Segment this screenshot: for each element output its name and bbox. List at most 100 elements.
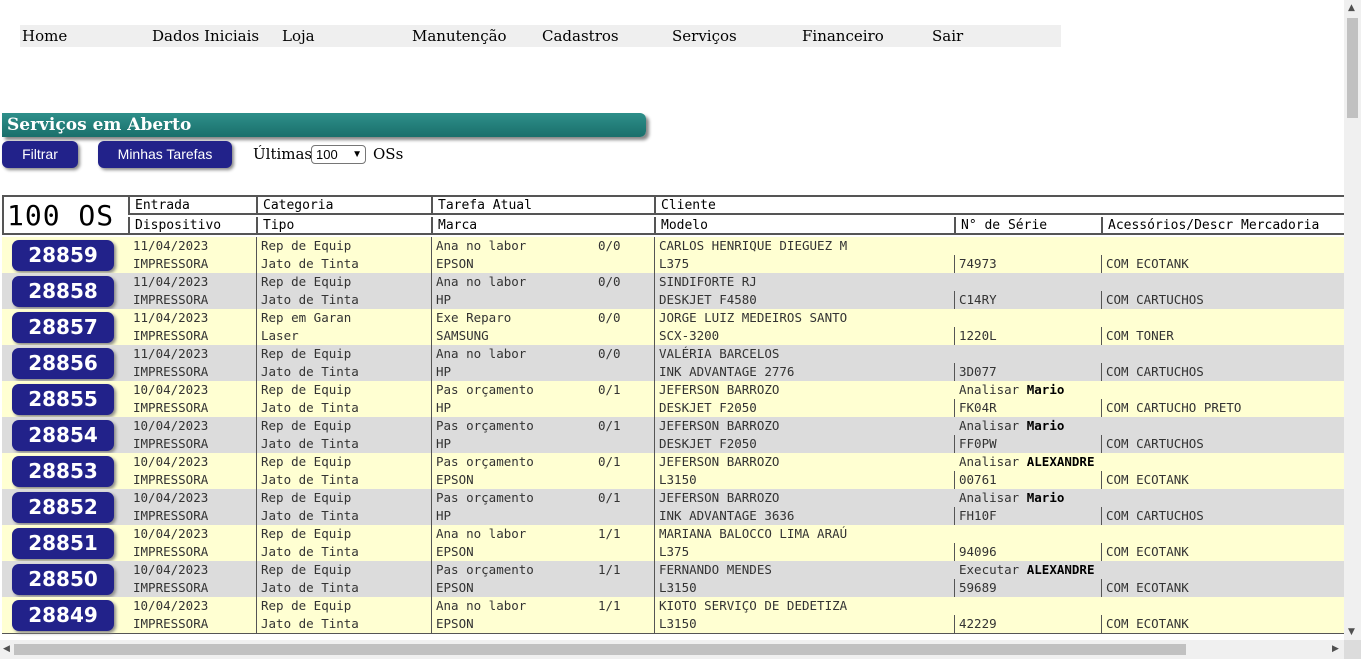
os-number-button[interactable]: 28857 [12, 312, 114, 343]
tarefa-progress: 0/0 [598, 238, 621, 253]
cliente: FERNANDO MENDES [659, 562, 772, 577]
column-separator [1101, 435, 1102, 453]
column-separator [954, 543, 955, 561]
menu-financeiro[interactable]: Financeiro [802, 25, 884, 47]
tarefa-progress: 0/0 [598, 274, 621, 289]
column-separator [654, 345, 655, 381]
oss-label: OSs [373, 145, 404, 163]
os-number-button[interactable]: 28853 [12, 456, 114, 487]
menu-cadastros[interactable]: Cadastros [542, 25, 619, 47]
column-separator [256, 309, 257, 345]
os-number-button[interactable]: 28854 [12, 420, 114, 451]
os-number-button[interactable]: 28859 [12, 240, 114, 271]
acessorios: COM ECOTANK [1106, 616, 1189, 631]
tarefa-progress: 0/0 [598, 310, 621, 325]
menu-sair[interactable]: Sair [932, 25, 963, 47]
dispositivo: IMPRESSORA [133, 328, 209, 343]
horizontal-scroll-thumb[interactable] [14, 644, 1186, 655]
acao: Analisar [959, 454, 1020, 469]
acao-responsavel: Executar ALEXANDRE [959, 561, 1094, 579]
tipo: Jato de Tinta [261, 580, 359, 595]
table-row: 28859 11/04/2023 Rep de Equip Ana no labor 0… [2, 237, 1347, 274]
modelo: L375 [659, 544, 690, 559]
menu-manutencao[interactable]: Manutenção [412, 25, 507, 47]
cliente: JEFERSON BARROZO [659, 382, 780, 397]
menu-loja[interactable]: Loja [282, 25, 315, 47]
tarefa-progress: 0/1 [598, 382, 621, 397]
menu-servicos[interactable]: Serviços [672, 25, 737, 47]
tipo: Jato de Tinta [261, 292, 359, 307]
os-number-button[interactable]: 28858 [12, 276, 114, 307]
scroll-down-icon[interactable]: ▼ [1348, 627, 1355, 637]
acao: Analisar [959, 418, 1020, 433]
os-number-button[interactable]: 28849 [12, 600, 114, 631]
numero-serie: 94096 [959, 544, 997, 559]
entrada-date: 10/04/2023 [133, 382, 209, 397]
column-separator [431, 597, 432, 633]
entrada-date: 11/04/2023 [133, 238, 209, 253]
categoria: Rep de Equip [261, 274, 352, 289]
responsavel: ALEXANDRE [1026, 562, 1095, 577]
column-separator [1101, 471, 1102, 489]
categoria: Rep de Equip [261, 418, 352, 433]
acessorios: COM CARTUCHO PRETO [1106, 400, 1242, 415]
menu-dados-iniciais[interactable]: Dados Iniciais [152, 25, 259, 47]
dispositivo: IMPRESSORA [133, 508, 209, 523]
scroll-left-icon[interactable]: ◀ [3, 644, 10, 654]
modelo: L3150 [659, 616, 697, 631]
minhas-tarefas-button[interactable]: Minhas Tarefas [98, 141, 232, 168]
menu-home[interactable]: Home [22, 25, 67, 47]
modelo: L375 [659, 256, 690, 271]
column-separator [1101, 363, 1102, 381]
tipo: Jato de Tinta [261, 364, 359, 379]
numero-serie: 1220L [959, 328, 997, 343]
acessorios: COM CARTUCHOS [1106, 364, 1204, 379]
filtrar-button[interactable]: Filtrar [2, 141, 78, 168]
dispositivo: IMPRESSORA [133, 364, 209, 379]
tipo: Jato de Tinta [261, 472, 359, 487]
os-number-button[interactable]: 28851 [12, 528, 114, 559]
column-separator [256, 381, 257, 417]
column-separator [431, 561, 432, 597]
column-separator [431, 345, 432, 381]
os-number-button[interactable]: 28850 [12, 564, 114, 595]
vertical-scroll-thumb[interactable] [1347, 18, 1358, 118]
scroll-right-icon[interactable]: ▶ [1332, 644, 1339, 654]
table-row: 28850 10/04/2023 Rep de Equip Pas orçamento… [2, 561, 1347, 598]
cliente: SINDIFORTE RJ [659, 274, 757, 289]
entrada-date: 10/04/2023 [133, 598, 209, 613]
table-row: 28855 10/04/2023 Rep de Equip Pas orçamento… [2, 381, 1347, 418]
vertical-scrollbar[interactable]: ▲ ▼ [1344, 0, 1361, 640]
ultimas-select[interactable]: 100 ▼ [311, 145, 366, 164]
scroll-up-icon[interactable]: ▲ [1348, 3, 1355, 13]
column-separator [1101, 507, 1102, 525]
ultimas-select-value: 100 [316, 147, 338, 162]
column-separator [256, 237, 257, 273]
marca: HP [436, 436, 452, 451]
tipo: Jato de Tinta [261, 400, 359, 415]
header-cliente: Cliente [654, 197, 1347, 215]
os-number-button[interactable]: 28852 [12, 492, 114, 523]
marca: EPSON [436, 580, 474, 595]
section-title: Serviços em Aberto [2, 113, 646, 137]
numero-serie: FH10F [959, 508, 997, 523]
tarefa-progress: 1/1 [598, 598, 621, 613]
horizontal-scrollbar[interactable]: ◀ ▶ [0, 640, 1344, 659]
categoria: Rep de Equip [261, 526, 352, 541]
column-separator [1101, 615, 1102, 633]
acao: Executar [959, 562, 1020, 577]
header-acessorios: Acessórios/Descr Mercadoria [1101, 217, 1347, 235]
dispositivo: IMPRESSORA [133, 616, 209, 631]
os-number-button[interactable]: 28856 [12, 348, 114, 379]
tarefa-atual: Pas orçamento [436, 418, 534, 433]
table-row: 28852 10/04/2023 Rep de Equip Pas orçamento… [2, 489, 1347, 526]
numero-serie: 00761 [959, 472, 997, 487]
column-separator [654, 273, 655, 309]
column-separator [954, 399, 955, 417]
column-separator [431, 381, 432, 417]
marca: HP [436, 508, 452, 523]
modelo: L3150 [659, 472, 697, 487]
os-number-button[interactable]: 28855 [12, 384, 114, 415]
cliente: KIOTO SERVIÇO DE DEDETIZA [659, 598, 848, 613]
column-separator [431, 489, 432, 525]
